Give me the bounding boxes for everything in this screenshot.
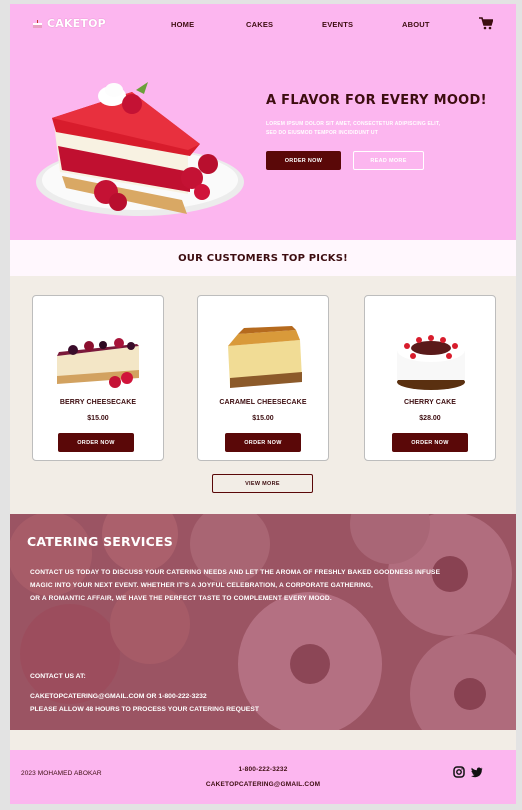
- caramel-cheesecake-image: [228, 326, 302, 388]
- view-more-button[interactable]: VIEW MORE: [212, 474, 313, 493]
- catering-line: OR A ROMANTIC AFFAIR, WE HAVE THE PERFEC…: [30, 595, 332, 603]
- footer: 2023 MOHAMED ABOKAR 1-800-222-3232 CAKET…: [10, 750, 516, 804]
- cake-logo-icon: [33, 19, 42, 28]
- footer-phone[interactable]: 1-800-222-3232: [10, 766, 516, 773]
- instagram-icon[interactable]: [453, 766, 465, 778]
- catering-notice: PLEASE ALLOW 48 HOURS TO PROCESS YOUR CA…: [30, 706, 259, 713]
- catering-line: MAGIC INTO YOUR NEXT EVENT. WHETHER IT'S…: [30, 582, 374, 590]
- catering-description: CONTACT US TODAY TO DISCUSS YOUR CATERIN…: [30, 566, 492, 606]
- cherry-cake-image: [397, 335, 465, 390]
- contact-label: CONTACT US AT:: [30, 673, 86, 680]
- logo[interactable]: CAKETOP: [32, 17, 106, 30]
- footer-email[interactable]: CAKETOPCATERING@GMAIL.COM: [10, 781, 516, 788]
- hero-section: CAKETOP HOME CAKES EVENTS ABOUT A FLAVOR…: [10, 4, 516, 240]
- hero-title: A FLAVOR FOR EVERY MOOD!: [266, 93, 487, 108]
- cart-icon[interactable]: [479, 17, 493, 30]
- nav-cakes[interactable]: CAKES: [246, 20, 273, 29]
- catering-line: CONTACT US TODAY TO DISCUSS YOUR CATERIN…: [30, 569, 441, 576]
- nav-home[interactable]: HOME: [171, 20, 194, 29]
- order-now-button[interactable]: ORDER NOW: [58, 433, 134, 452]
- order-now-button[interactable]: ORDER NOW: [392, 433, 468, 452]
- hero-read-more-button[interactable]: READ MORE: [353, 151, 424, 170]
- product-price: $15.00: [252, 415, 274, 422]
- cake-slice-image: [36, 82, 244, 216]
- product-card-caramel-cheesecake[interactable]: CARAMEL CHEESECAKE $15.00 ORDER NOW: [197, 295, 329, 461]
- brand-name: CAKETOP: [47, 17, 106, 30]
- twitter-icon[interactable]: [471, 766, 483, 778]
- catering-section: CATERING SERVICES CONTACT US TODAY TO DI…: [10, 514, 516, 730]
- berry-cheesecake-image: [57, 338, 139, 388]
- product-name: CARAMEL CHEESECAKE: [219, 399, 307, 406]
- order-now-button[interactable]: ORDER NOW: [225, 433, 301, 452]
- contact-info: CAKETOPCATERING@GMAIL.COM OR 1-800-222-3…: [30, 693, 207, 700]
- product-card-berry-cheesecake[interactable]: BERRY CHEESECAKE $15.00 ORDER NOW: [32, 295, 164, 461]
- product-price: $15.00: [87, 415, 109, 422]
- nav-events[interactable]: EVENTS: [322, 20, 353, 29]
- page: CAKETOP HOME CAKES EVENTS ABOUT A FLAVOR…: [10, 4, 516, 804]
- product-name: CHERRY CAKE: [403, 399, 457, 406]
- product-name: BERRY CHEESECAKE: [59, 399, 137, 406]
- hero-order-button[interactable]: ORDER NOW: [266, 151, 341, 170]
- top-picks-title: OUR CUSTOMERS TOP PICKS!: [178, 253, 348, 264]
- hero-text: LOREM IPSUM DOLOR SIT AMET, CONSECTETUR …: [266, 121, 441, 136]
- catering-title: CATERING SERVICES: [27, 534, 173, 549]
- product-price: $28.00: [419, 415, 441, 422]
- nav-about[interactable]: ABOUT: [402, 20, 430, 29]
- top-picks-banner: OUR CUSTOMERS TOP PICKS!: [10, 240, 516, 276]
- product-card-cherry-cake[interactable]: CHERRY CAKE $28.00 ORDER NOW: [364, 295, 496, 461]
